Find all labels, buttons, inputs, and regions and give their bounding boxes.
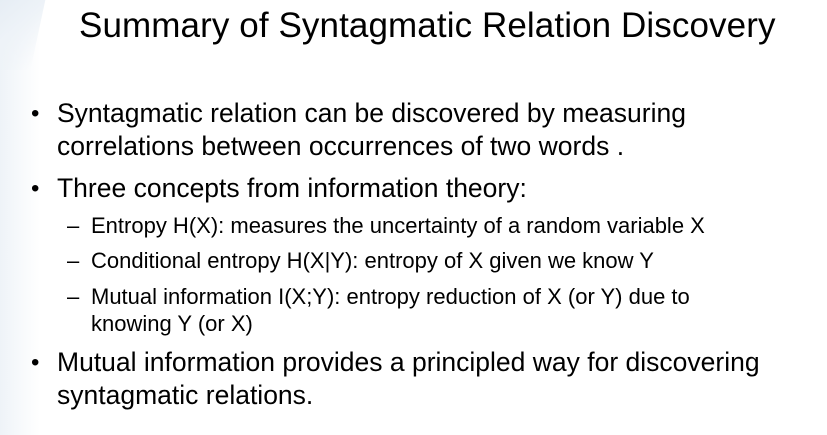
bullet-point-1-line-2: correlations between occurrences of two …	[57, 131, 625, 161]
sub-point-mutual-information-line-2: knowing Y (or X)	[91, 311, 253, 336]
dash-icon: –	[67, 248, 80, 273]
bullet-point-1-line-1: Syntagmatic relation can be discovered b…	[57, 98, 686, 128]
sub-point-entropy-line-1: Entropy H(X): measures the uncertainty o…	[91, 213, 705, 238]
bullet-icon: •	[31, 100, 40, 127]
bullet-point-2-line-1: Three concepts from information theory:	[57, 173, 527, 203]
sub-point-entropy: Entropy H(X): measures the uncertainty o…	[91, 212, 705, 239]
sub-point-conditional-entropy: Conditional entropy H(X|Y): entropy of X…	[91, 247, 654, 274]
bullet-point-3: Mutual information provides a principled…	[57, 346, 760, 412]
bullet-icon: •	[31, 175, 40, 202]
sub-point-mutual-information-line-1: Mutual information I(X;Y): entropy reduc…	[91, 284, 690, 309]
bullet-point-2: Three concepts from information theory:	[57, 172, 527, 205]
corner-decoration	[0, 0, 50, 70]
slide-title: Summary of Syntagmatic Relation Discover…	[79, 6, 776, 45]
dash-icon: –	[67, 284, 80, 309]
bullet-point-1: Syntagmatic relation can be discovered b…	[57, 97, 686, 163]
bullet-point-3-line-1: Mutual information provides a principled…	[57, 347, 760, 377]
bullet-icon: •	[31, 349, 40, 376]
slide: Summary of Syntagmatic Relation Discover…	[0, 0, 827, 435]
bullet-point-3-line-2: syntagmatic relations.	[57, 380, 314, 410]
sub-point-conditional-entropy-line-1: Conditional entropy H(X|Y): entropy of X…	[91, 248, 654, 273]
dash-icon: –	[67, 213, 80, 238]
sub-point-mutual-information: Mutual information I(X;Y): entropy reduc…	[91, 283, 690, 337]
